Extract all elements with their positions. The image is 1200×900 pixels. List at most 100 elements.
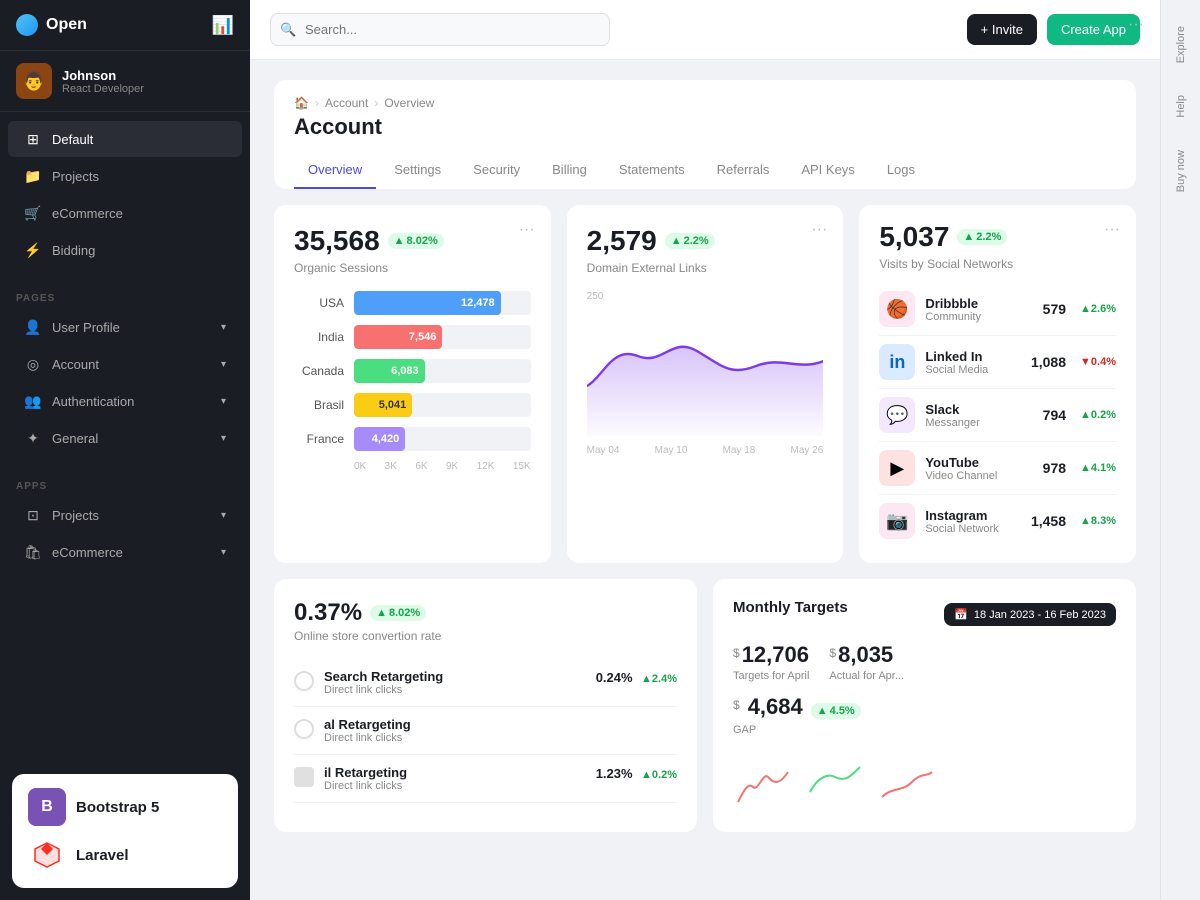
tab-settings[interactable]: Settings bbox=[380, 152, 455, 189]
stats-row: 35,568 ▲ 8.02% Organic Sessions ··· USA … bbox=[274, 205, 1136, 563]
social-youtube: ▶ YouTube Video Channel 978 ▲4.1% bbox=[879, 442, 1116, 495]
search-input[interactable] bbox=[270, 13, 610, 46]
bar-axis: 0K3K6K9K12K15K bbox=[294, 461, 531, 472]
right-tab-help[interactable]: Help bbox=[1175, 89, 1187, 124]
target-value: $ 12,706 Targets for April bbox=[733, 642, 809, 682]
stat-label: Organic Sessions bbox=[294, 261, 531, 275]
sidebar-item-default[interactable]: ⊞ Default bbox=[8, 121, 242, 157]
tab-security[interactable]: Security bbox=[459, 152, 534, 189]
breadcrumb: 🏠 › Account › Overview bbox=[294, 96, 1116, 110]
create-app-button[interactable]: Create App bbox=[1047, 14, 1140, 45]
gap-value: 4,684 bbox=[748, 694, 803, 720]
target-chart-3 bbox=[877, 752, 937, 812]
projects-app-icon: ⊡ bbox=[24, 506, 42, 524]
tab-api-keys[interactable]: API Keys bbox=[787, 152, 868, 189]
user-icon: 👤 bbox=[24, 318, 42, 336]
tab-logs[interactable]: Logs bbox=[873, 152, 929, 189]
promo-laravel-row: Laravel bbox=[28, 836, 222, 874]
tab-billing[interactable]: Billing bbox=[538, 152, 601, 189]
home-icon: 🏠 bbox=[294, 96, 309, 110]
targets-title: Monthly Targets bbox=[733, 599, 848, 616]
bar-chart: USA 12,478 India 7,546 Canad bbox=[294, 291, 531, 472]
sidebar-item-label: Account bbox=[52, 357, 99, 372]
tabs: Overview Settings Security Billing State… bbox=[294, 152, 1116, 189]
actual-value: $ 8,035 Actual for Apr... bbox=[829, 642, 904, 682]
folder-icon: 📁 bbox=[24, 167, 42, 185]
tab-statements[interactable]: Statements bbox=[605, 152, 699, 189]
pages-nav: PAGES 👤 User Profile ▾ ◎ Account ▾ 👥 Aut… bbox=[0, 277, 250, 465]
stat-organic-sessions: 35,568 ▲ 8.02% Organic Sessions ··· USA … bbox=[274, 205, 551, 563]
account-icon: ◎ bbox=[24, 355, 42, 373]
sidebar-item-label: General bbox=[52, 431, 98, 446]
apps-label: APPS bbox=[0, 473, 250, 496]
sidebar-item-user-profile[interactable]: 👤 User Profile ▾ bbox=[8, 309, 242, 345]
general-icon: ✦ bbox=[24, 429, 42, 447]
laravel-logo bbox=[28, 836, 66, 874]
gap-badge: ▲ 4.5% bbox=[811, 703, 861, 719]
gap-label: GAP bbox=[733, 724, 1116, 736]
logo-area: Open bbox=[16, 14, 87, 36]
stat-domain-links: 2,579 ▲ 2.2% Domain External Links ··· 2… bbox=[567, 205, 844, 563]
avatar: 👨 bbox=[16, 63, 52, 99]
chart-icon[interactable]: 📊 bbox=[212, 15, 234, 36]
social-slack: 💬 Slack Messanger 794 ▲0.2% bbox=[879, 389, 1116, 442]
sidebar-item-label: Bidding bbox=[52, 243, 95, 258]
sidebar-item-authentication[interactable]: 👥 Authentication ▾ bbox=[8, 383, 242, 419]
line-chart: 250 250 bbox=[587, 291, 824, 456]
bootstrap-logo: B bbox=[28, 788, 66, 826]
instagram-icon: 📷 bbox=[879, 503, 915, 539]
circle-icon bbox=[294, 719, 314, 739]
grid-icon: ⊞ bbox=[24, 130, 42, 148]
sidebar-bottom: B Bootstrap 5 Laravel bbox=[0, 762, 250, 900]
user-profile-section: 👨 Johnson React Developer bbox=[0, 51, 250, 112]
sidebar-item-ecommerce[interactable]: 🛒 eCommerce bbox=[8, 195, 242, 231]
app-name: Open bbox=[46, 16, 87, 34]
right-tab-explore[interactable]: Explore bbox=[1175, 20, 1187, 69]
sidebar-item-ecommerce-app[interactable]: 🛍 eCommerce ▾ bbox=[8, 534, 242, 570]
stat-label: Visits by Social Networks bbox=[879, 257, 1116, 271]
more-icon[interactable]: ··· bbox=[1104, 221, 1120, 239]
stat-badge: ▲ 2.2% bbox=[665, 233, 715, 249]
conversion-badge: ▲ 8.02% bbox=[370, 605, 426, 621]
sidebar-item-projects-app[interactable]: ⊡ Projects ▾ bbox=[8, 497, 242, 533]
breadcrumb-overview: Overview bbox=[384, 96, 434, 110]
retarget-email: il Retargeting Direct link clicks 1.23% … bbox=[294, 755, 677, 803]
bootstrap-label: Bootstrap 5 bbox=[76, 799, 159, 816]
bar-canada: Canada 6,083 bbox=[294, 359, 531, 383]
sidebar-item-label: Default bbox=[52, 132, 93, 147]
user-role: React Developer bbox=[62, 83, 144, 95]
promo-card: B Bootstrap 5 Laravel bbox=[12, 774, 238, 888]
target-charts bbox=[733, 752, 1116, 812]
bar-france: France 4,420 bbox=[294, 427, 531, 451]
conversion-label: Online store convertion rate bbox=[294, 629, 677, 643]
more-icon[interactable]: ··· bbox=[811, 221, 827, 239]
sidebar-item-bidding[interactable]: ⚡ Bidding bbox=[8, 232, 242, 268]
topbar-right: + Invite Create App bbox=[967, 14, 1140, 45]
sidebar-item-label: Projects bbox=[52, 508, 99, 523]
breadcrumb-account[interactable]: Account bbox=[325, 96, 368, 110]
chevron-down-icon: ▾ bbox=[221, 510, 226, 521]
dollar-sign: $ bbox=[733, 698, 740, 712]
sidebar-item-label: Projects bbox=[52, 169, 99, 184]
social-linkedin: in Linked In Social Media 1,088 ▼0.4% bbox=[879, 336, 1116, 389]
sidebar: Open 📊 👨 Johnson React Developer ⊞ Defau… bbox=[0, 0, 250, 900]
user-info: Johnson React Developer bbox=[62, 68, 144, 95]
page-title: Account bbox=[294, 114, 1116, 140]
sidebar-logo: Open 📊 bbox=[0, 0, 250, 51]
tab-referrals[interactable]: Referrals bbox=[703, 152, 784, 189]
right-tab-buynow[interactable]: Buy now bbox=[1175, 144, 1187, 198]
youtube-icon: ▶ bbox=[879, 450, 915, 486]
main: 🔍 + Invite Create App 🏠 › Account › Over… bbox=[250, 0, 1160, 900]
tab-overview[interactable]: Overview bbox=[294, 152, 376, 189]
right-sidebar: Explore Help Buy now bbox=[1160, 0, 1200, 900]
stat-value: 35,568 ▲ 8.02% bbox=[294, 225, 531, 257]
sidebar-item-projects[interactable]: 📁 Projects bbox=[8, 158, 242, 194]
more-icon[interactable]: ··· bbox=[519, 221, 535, 239]
invite-button[interactable]: + Invite bbox=[967, 14, 1037, 45]
apps-nav: APPS ⊡ Projects ▾ 🛍 eCommerce ▾ bbox=[0, 465, 250, 579]
email-icon bbox=[294, 767, 314, 787]
sidebar-item-account[interactable]: ◎ Account ▾ bbox=[8, 346, 242, 382]
bottom-row: 0.37% ▲ 8.02% Online store convertion ra… bbox=[274, 579, 1136, 832]
bar-usa: USA 12,478 bbox=[294, 291, 531, 315]
sidebar-item-general[interactable]: ✦ General ▾ bbox=[8, 420, 242, 456]
